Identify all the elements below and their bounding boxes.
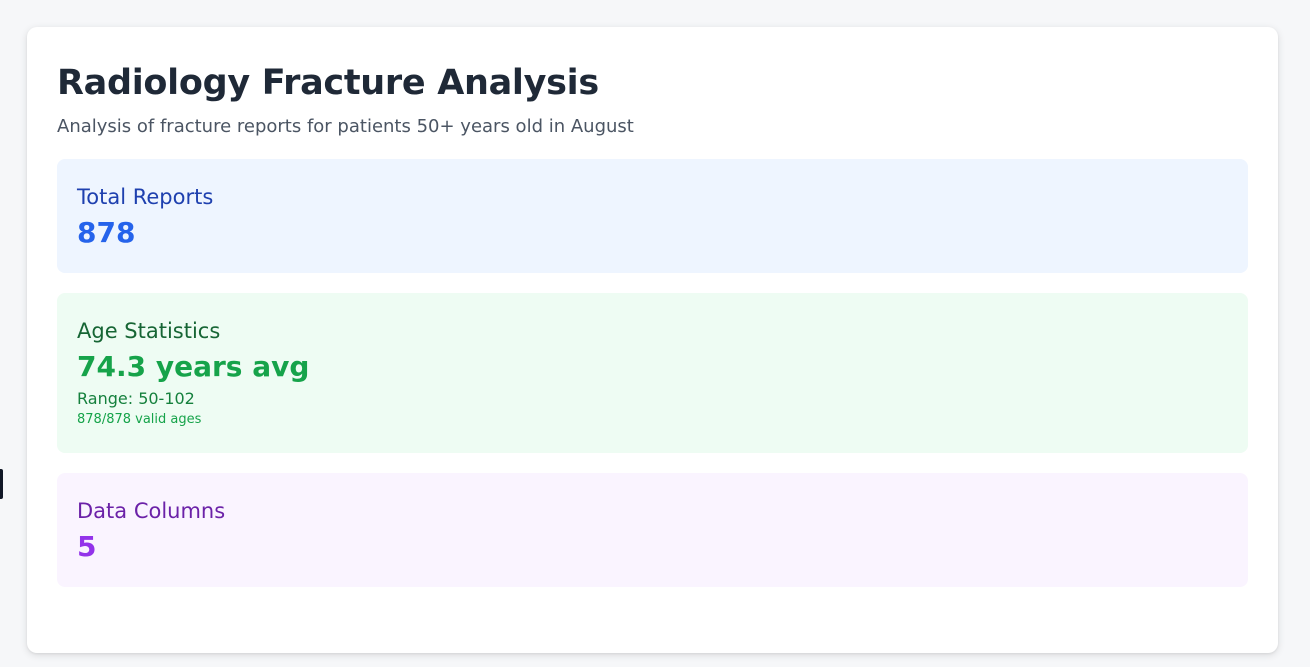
- analysis-card: Radiology Fracture Analysis Analysis of …: [27, 27, 1278, 653]
- total-reports-value: 878: [77, 216, 136, 249]
- valid-ages-text: 878/878 valid ages: [77, 412, 202, 427]
- age-average-value: 74.3 years avg: [77, 350, 310, 383]
- total-reports-panel: Total Reports 878: [57, 159, 1248, 273]
- data-columns-label: Data Columns: [77, 499, 226, 523]
- age-statistics-panel: Age Statistics 74.3 years avg Range: 50-…: [57, 293, 1248, 453]
- age-statistics-label: Age Statistics: [77, 319, 221, 343]
- data-columns-value: 5: [77, 530, 97, 563]
- edge-marker: [0, 469, 3, 499]
- page: Radiology Fracture Analysis Analysis of …: [0, 0, 1310, 667]
- page-title: Radiology Fracture Analysis: [57, 63, 599, 103]
- age-range-text: Range: 50-102: [77, 389, 195, 408]
- total-reports-label: Total Reports: [77, 185, 214, 209]
- data-columns-panel: Data Columns 5: [57, 473, 1248, 587]
- page-subtitle: Analysis of fracture reports for patient…: [57, 116, 634, 137]
